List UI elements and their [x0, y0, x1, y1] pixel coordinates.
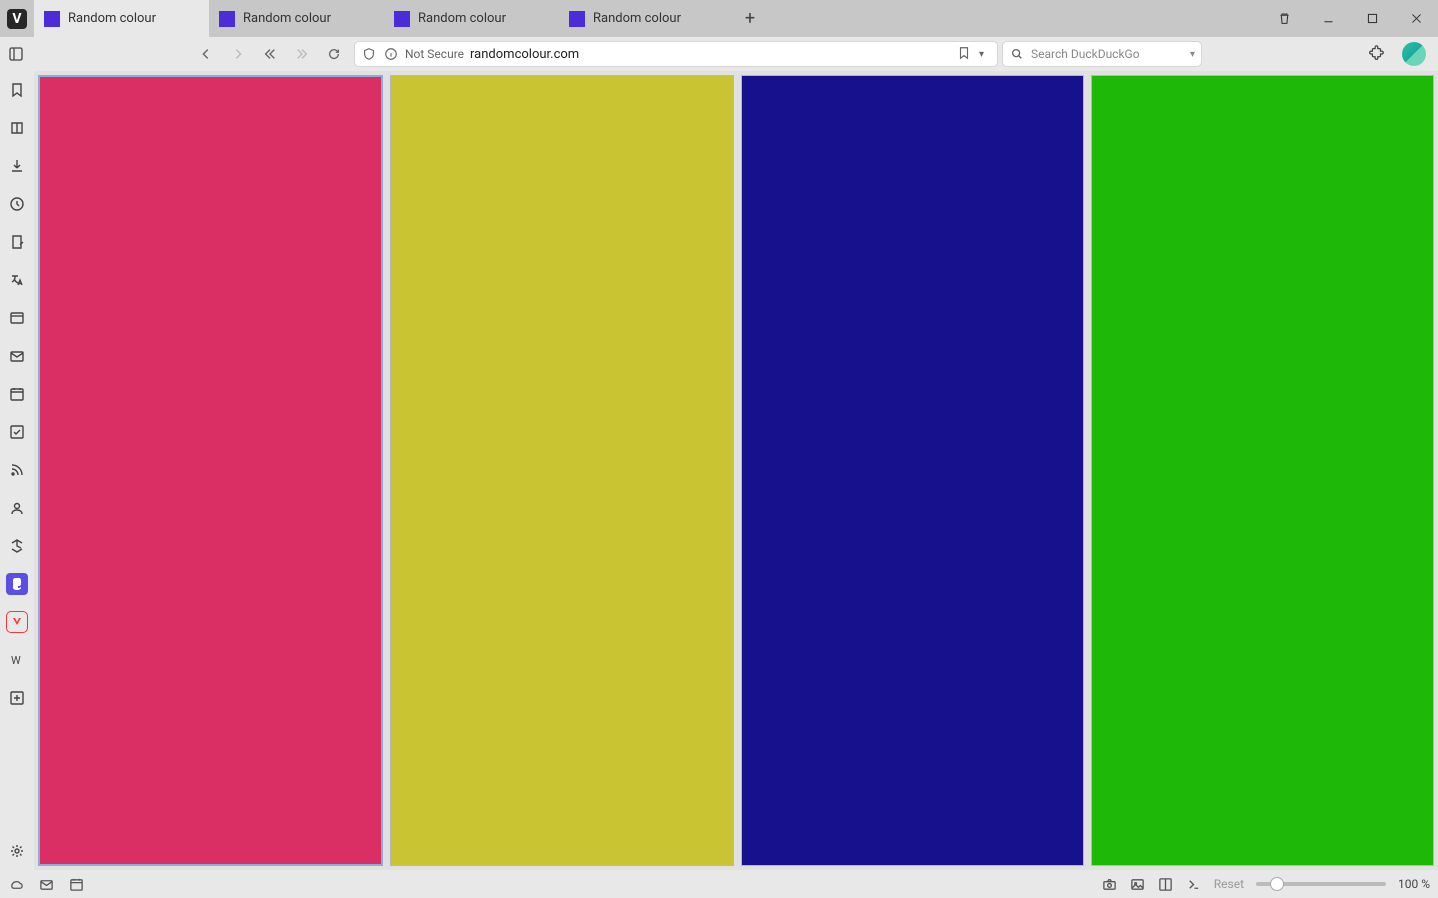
tab-title: Random colour	[68, 11, 156, 26]
calendar-status-icon[interactable]	[68, 876, 84, 892]
rewind-button[interactable]	[254, 37, 286, 71]
maximize-button[interactable]	[1350, 0, 1394, 37]
url-text: randomcolour.com	[470, 47, 951, 62]
tasks-panel-button[interactable]	[6, 421, 28, 443]
tab-favicon-icon	[44, 11, 60, 27]
search-placeholder: Search DuckDuckGo	[1031, 47, 1184, 61]
notes-panel-button[interactable]	[6, 231, 28, 253]
svg-text:W: W	[11, 654, 21, 667]
tab-favicon-icon	[569, 11, 585, 27]
page-actions-button[interactable]	[1186, 876, 1202, 892]
side-panel: W	[0, 71, 34, 870]
search-engine-dropdown-icon[interactable]: ▾	[1190, 49, 1195, 60]
address-dropdown-icon[interactable]: ▾	[979, 49, 991, 60]
add-panel-button[interactable]	[6, 687, 28, 709]
tab-2[interactable]: Random colour	[384, 0, 559, 37]
tile-0[interactable]	[38, 75, 383, 866]
vivaldi-logo-icon: V	[7, 9, 27, 29]
tile-3[interactable]	[1091, 75, 1434, 866]
wikipedia-panel-button[interactable]: W	[6, 649, 28, 671]
toolbar: Not Secure randomcolour.com ▾ Search Duc…	[0, 37, 1438, 71]
settings-button[interactable]	[6, 840, 28, 862]
reload-button[interactable]	[318, 37, 350, 71]
tab-bar: V Random colour Random colour Random col…	[0, 0, 1438, 37]
status-bar: Reset 100 %	[0, 870, 1438, 898]
mail-panel-button[interactable]	[6, 345, 28, 367]
site-info-icon[interactable]	[383, 46, 399, 62]
zoom-value: 100 %	[1398, 877, 1430, 891]
mail-status-icon[interactable]	[38, 876, 54, 892]
back-button[interactable]	[190, 37, 222, 71]
contacts-panel-button[interactable]	[6, 497, 28, 519]
search-icon	[1009, 46, 1025, 62]
extensions-button[interactable]	[1360, 37, 1392, 71]
main-row: W	[0, 71, 1438, 870]
shield-icon	[361, 46, 377, 62]
tab-1[interactable]: Random colour	[209, 0, 384, 37]
history-panel-button[interactable]	[6, 193, 28, 215]
bookmark-button[interactable]	[957, 45, 973, 64]
zoom-reset-button[interactable]: Reset	[1214, 877, 1244, 891]
tab-3[interactable]: Random colour	[559, 0, 734, 37]
images-toggle-button[interactable]	[1130, 876, 1146, 892]
zoom-slider[interactable]	[1256, 882, 1386, 886]
nav-cluster	[190, 37, 350, 71]
forward-button[interactable]	[222, 37, 254, 71]
zoom-slider-thumb[interactable]	[1270, 877, 1284, 891]
tiling-button[interactable]	[1158, 876, 1174, 892]
reading-list-panel-button[interactable]	[6, 117, 28, 139]
search-field[interactable]: Search DuckDuckGo ▾	[1002, 41, 1202, 67]
panel-toggle-button[interactable]	[0, 37, 32, 71]
tiled-page-area	[34, 71, 1438, 870]
feeds-panel-button[interactable]	[6, 459, 28, 481]
minimize-button[interactable]	[1306, 0, 1350, 37]
bookmarks-panel-button[interactable]	[6, 79, 28, 101]
fast-forward-button[interactable]	[286, 37, 318, 71]
tab-title: Random colour	[593, 11, 681, 26]
security-label: Not Secure	[405, 47, 464, 61]
tab-title: Random colour	[243, 11, 331, 26]
tab-0[interactable]: Random colour	[34, 0, 209, 37]
tab-favicon-icon	[394, 11, 410, 27]
translate-panel-button[interactable]	[6, 269, 28, 291]
vivaldi-social-panel-button[interactable]	[6, 611, 28, 633]
tile-1[interactable]	[390, 75, 733, 866]
tab-title: Random colour	[418, 11, 506, 26]
sync-status-icon[interactable]	[8, 876, 24, 892]
close-button[interactable]	[1394, 0, 1438, 37]
profile-avatar[interactable]	[1402, 42, 1426, 66]
sessions-panel-button[interactable]	[6, 535, 28, 557]
capture-button[interactable]	[1102, 876, 1118, 892]
mastodon-panel-button[interactable]	[6, 573, 28, 595]
trash-tabs-button[interactable]	[1262, 0, 1306, 37]
window-controls	[1262, 0, 1438, 37]
window-panel-button[interactable]	[6, 307, 28, 329]
app-menu-button[interactable]: V	[0, 0, 34, 37]
address-field[interactable]: Not Secure randomcolour.com ▾	[354, 41, 998, 67]
tile-2[interactable]	[741, 75, 1084, 866]
calendar-panel-button[interactable]	[6, 383, 28, 405]
new-tab-button[interactable]: +	[734, 0, 766, 37]
downloads-panel-button[interactable]	[6, 155, 28, 177]
tab-favicon-icon	[219, 11, 235, 27]
